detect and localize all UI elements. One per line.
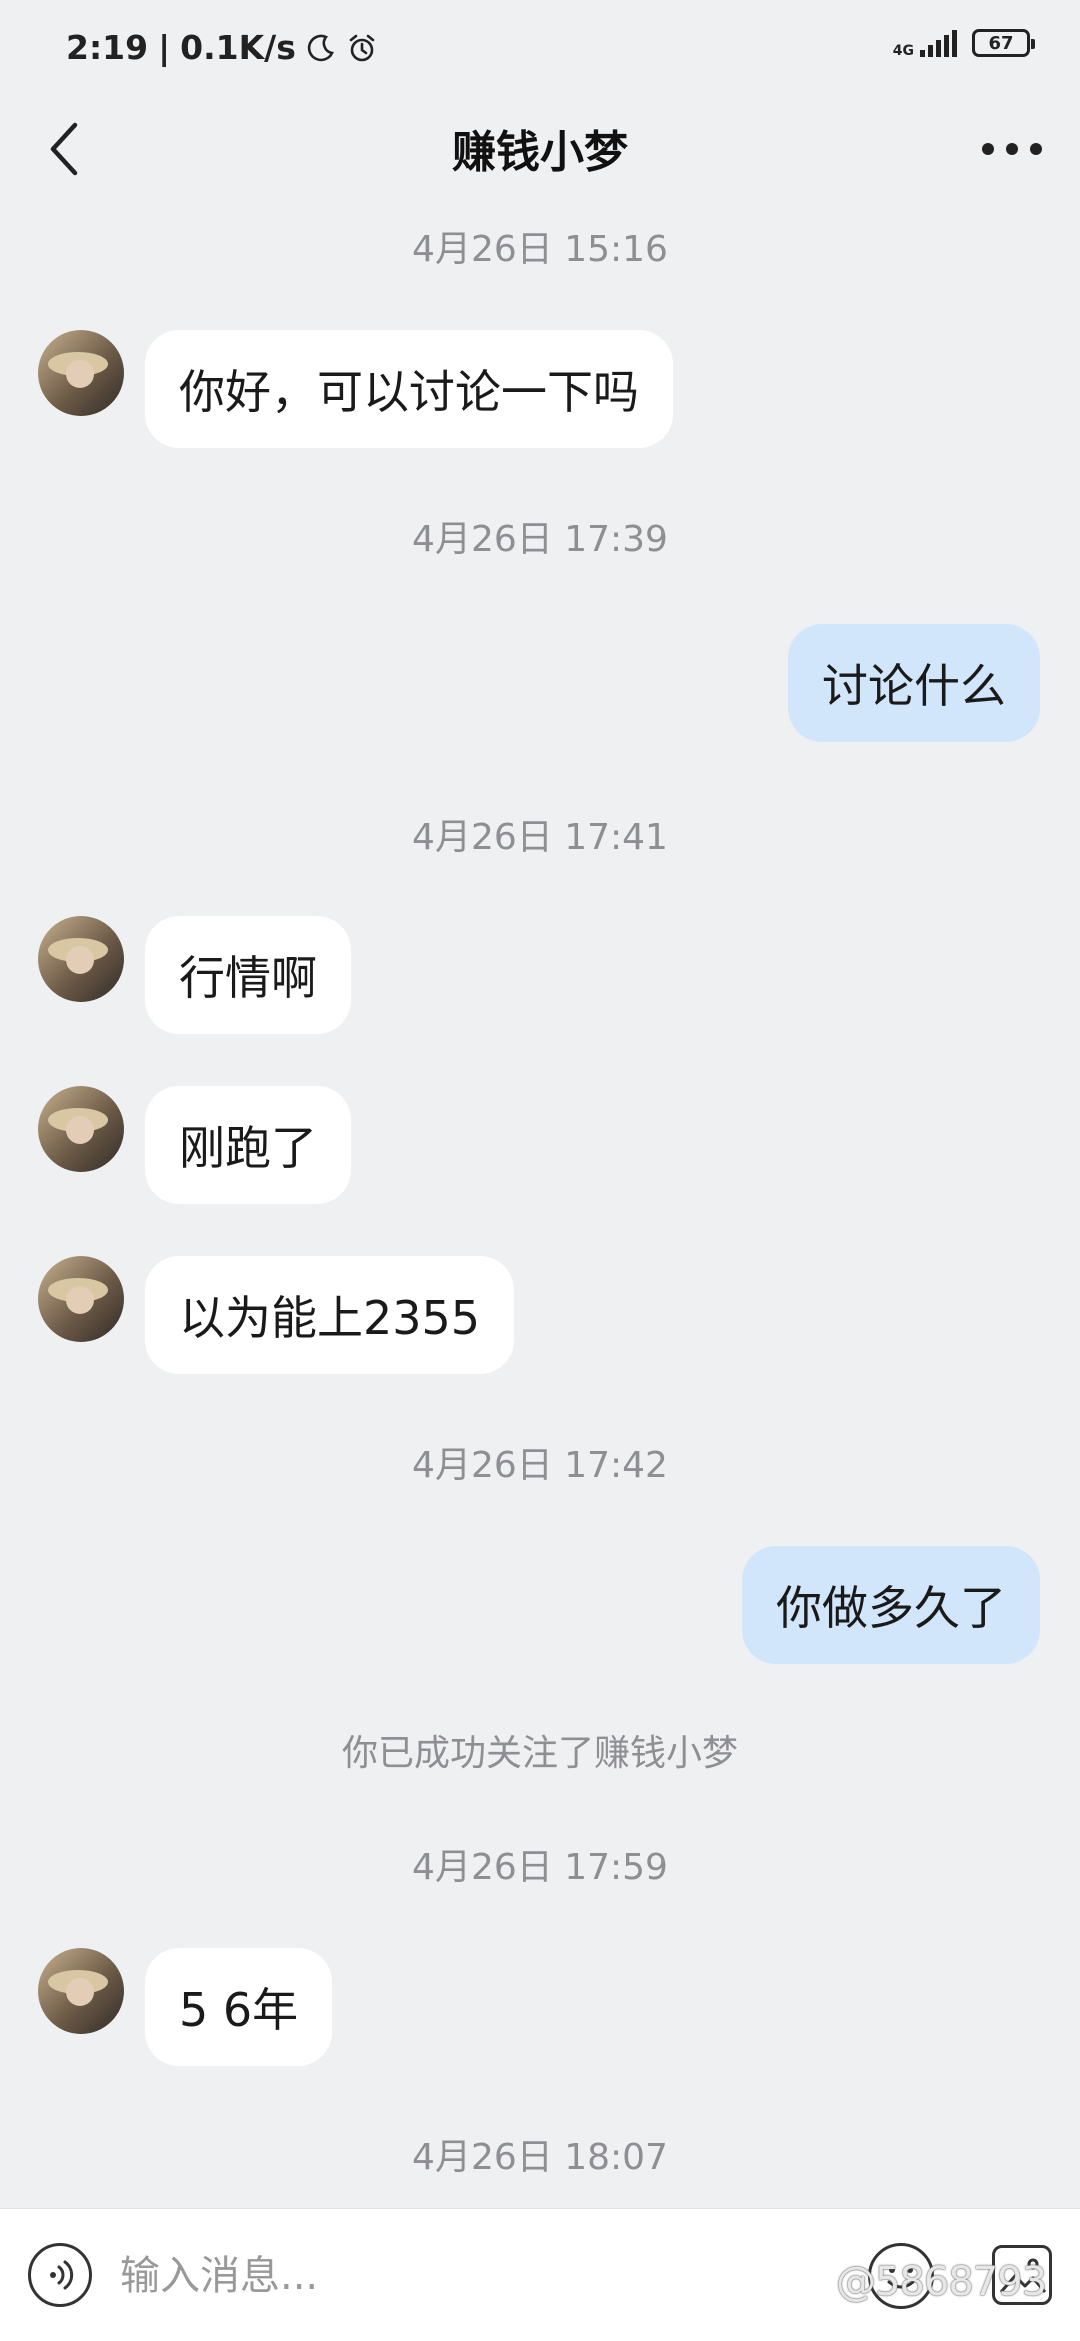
message-input[interactable]: [118, 2239, 722, 2313]
follow-notice: 你已成功关注了赚钱小梦: [341, 1733, 738, 1774]
moon-icon: [307, 34, 334, 61]
outgoing-message-bubble[interactable]: 你做多久了: [742, 1546, 1040, 1664]
timestamp: 4月26日 18:07: [412, 2137, 668, 2178]
signal-icon: [920, 30, 957, 57]
message-input-bar: @5868793: [0, 2208, 1080, 2341]
incoming-message-bubble[interactable]: 刚跑了: [145, 1086, 351, 1204]
avatar[interactable]: [38, 1256, 124, 1342]
avatar[interactable]: [38, 1948, 124, 2034]
timestamp: 4月26日 17:59: [412, 1847, 668, 1888]
incoming-message-bubble[interactable]: 5 6年: [145, 1948, 333, 2066]
outgoing-message-bubble[interactable]: 讨论什么: [788, 624, 1040, 742]
avatar[interactable]: [38, 330, 124, 416]
status-right: 4G 67: [892, 28, 1035, 59]
timestamp: 4月26日 17:42: [412, 1445, 668, 1486]
alarm-icon: [349, 34, 375, 61]
watermark: @5868793: [836, 2259, 1047, 2305]
more-options-button[interactable]: [972, 114, 1052, 184]
chat-title: 赚钱小梦: [452, 127, 628, 178]
network-type: 4G: [892, 43, 914, 59]
net-speed: 0.1K/s: [180, 28, 296, 67]
battery-icon: 67: [972, 29, 1035, 57]
voice-button[interactable]: [28, 2243, 92, 2307]
status-left: 2:19 | 0.1K/s: [66, 28, 378, 67]
incoming-message-bubble[interactable]: 你好，可以讨论一下吗: [145, 330, 673, 448]
chat-header: 赚钱小梦: [0, 100, 1080, 196]
status-time: 2:19: [66, 28, 149, 67]
more-dots-icon: [982, 143, 1042, 155]
avatar[interactable]: [38, 1086, 124, 1172]
incoming-message-bubble[interactable]: 以为能上2355: [145, 1256, 515, 1374]
incoming-message-bubble[interactable]: 行情啊: [145, 916, 351, 1034]
avatar[interactable]: [38, 916, 124, 1002]
timestamp: 4月26日 15:16: [412, 229, 668, 270]
status-bar: 2:19 | 0.1K/s 4G 67: [0, 0, 1080, 100]
voice-icon: [50, 2260, 74, 2290]
timestamp: 4月26日 17:39: [412, 519, 668, 560]
status-separator: |: [158, 28, 171, 67]
battery-level: 67: [988, 32, 1014, 54]
timestamp: 4月26日 17:41: [412, 817, 668, 858]
